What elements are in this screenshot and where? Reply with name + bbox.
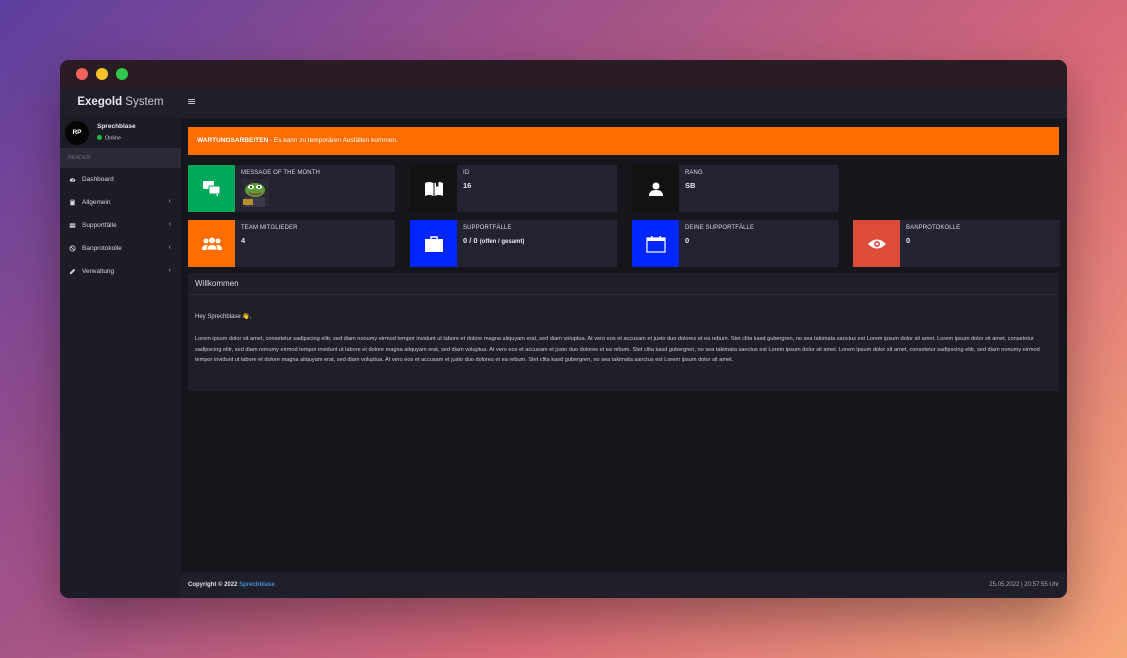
- welcome-body: Lorem ipsum dolor sit amet, consetetur s…: [195, 336, 1040, 363]
- online-status-icon: [97, 135, 102, 140]
- sidebar-item-supportfaelle[interactable]: Supportfälle ‹: [60, 214, 181, 237]
- top-navbar: Exegold System ≡: [60, 88, 1067, 118]
- pepe-meme-icon: [241, 179, 269, 207]
- brand-logo[interactable]: Exegold System: [60, 88, 181, 118]
- sidebar-item-dashboard[interactable]: Dashboard: [60, 168, 181, 191]
- menu-toggle-icon[interactable]: ≡: [187, 95, 196, 108]
- dashboard-icon: [69, 178, 76, 182]
- info-box-team: TEAM MITGLIEDER 4: [188, 220, 395, 267]
- book-icon: [70, 199, 75, 206]
- book-open-icon: [410, 165, 457, 212]
- title-bar: [60, 60, 1067, 88]
- info-box-id: ID 16: [410, 165, 617, 212]
- users-icon: [188, 220, 235, 267]
- sidebar-header: HEADER: [60, 148, 181, 168]
- sidebar-item-verwaltung[interactable]: Verwaltung ‹: [60, 260, 181, 283]
- sidebar-item-allgemein[interactable]: Allgemein ‹: [60, 191, 181, 214]
- chevron-left-icon: ‹: [168, 267, 171, 274]
- maintenance-alert: WARTUNGSARBEITEN - Es kann zu temporären…: [188, 127, 1059, 155]
- main-content: WARTUNGSARBEITEN - Es kann zu temporären…: [181, 118, 1067, 572]
- avatar: RP: [65, 121, 89, 145]
- sidebar: RP Sprechblase Online HEADER Dashboard A…: [60, 118, 181, 598]
- info-box-banprotokolle: BANPROTOKOLLE 0: [853, 220, 1060, 267]
- user-icon: [632, 165, 679, 212]
- chevron-left-icon: ‹: [168, 198, 171, 205]
- copyright-text: Copyright © 2022 Sprechblase: [188, 582, 275, 588]
- app-window: Exegold System ≡ RP Sprechblase Online H…: [60, 60, 1067, 598]
- ban-icon: [69, 245, 76, 252]
- info-box-rang: RANG SB: [632, 165, 839, 212]
- chevron-left-icon: ‹: [168, 244, 171, 251]
- info-box-supportfaelle: SUPPORTFÄLLE 0 / 0 (offen / gesamt): [410, 220, 617, 267]
- welcome-greeting: Hey Sprechblase 👋,: [195, 314, 252, 320]
- user-name: Sprechblase: [97, 123, 136, 130]
- user-panel: RP Sprechblase Online: [60, 118, 181, 148]
- welcome-title: Willkommen: [188, 273, 1059, 295]
- sidebar-item-banprotokolle[interactable]: Banprotokolle ‹: [60, 237, 181, 260]
- close-window-button[interactable]: [76, 68, 88, 80]
- info-box-motm: MESSAGE OF THE MONTH: [188, 165, 395, 212]
- footer: Copyright © 2022 Sprechblase 25.05.2022 …: [181, 572, 1067, 598]
- pencil-icon: [69, 268, 76, 275]
- calendar-icon: [632, 220, 679, 267]
- user-status: Online: [97, 135, 121, 142]
- ticket-icon: [69, 223, 76, 228]
- briefcase-icon: [410, 220, 457, 267]
- eye-icon: [853, 220, 900, 267]
- welcome-card: Willkommen Hey Sprechblase 👋, Lorem ipsu…: [188, 273, 1059, 391]
- minimize-window-button[interactable]: [96, 68, 108, 80]
- footer-author-link[interactable]: Sprechblase: [239, 582, 275, 588]
- chevron-left-icon: ‹: [168, 221, 171, 228]
- chat-icon: [188, 165, 235, 212]
- footer-datetime: 25.05.2022 | 20:57:55 Uhr: [989, 582, 1059, 588]
- info-box-deine-supportfaelle: DEINE SUPPORTFÄLLE 0: [632, 220, 839, 267]
- maximize-window-button[interactable]: [116, 68, 128, 80]
